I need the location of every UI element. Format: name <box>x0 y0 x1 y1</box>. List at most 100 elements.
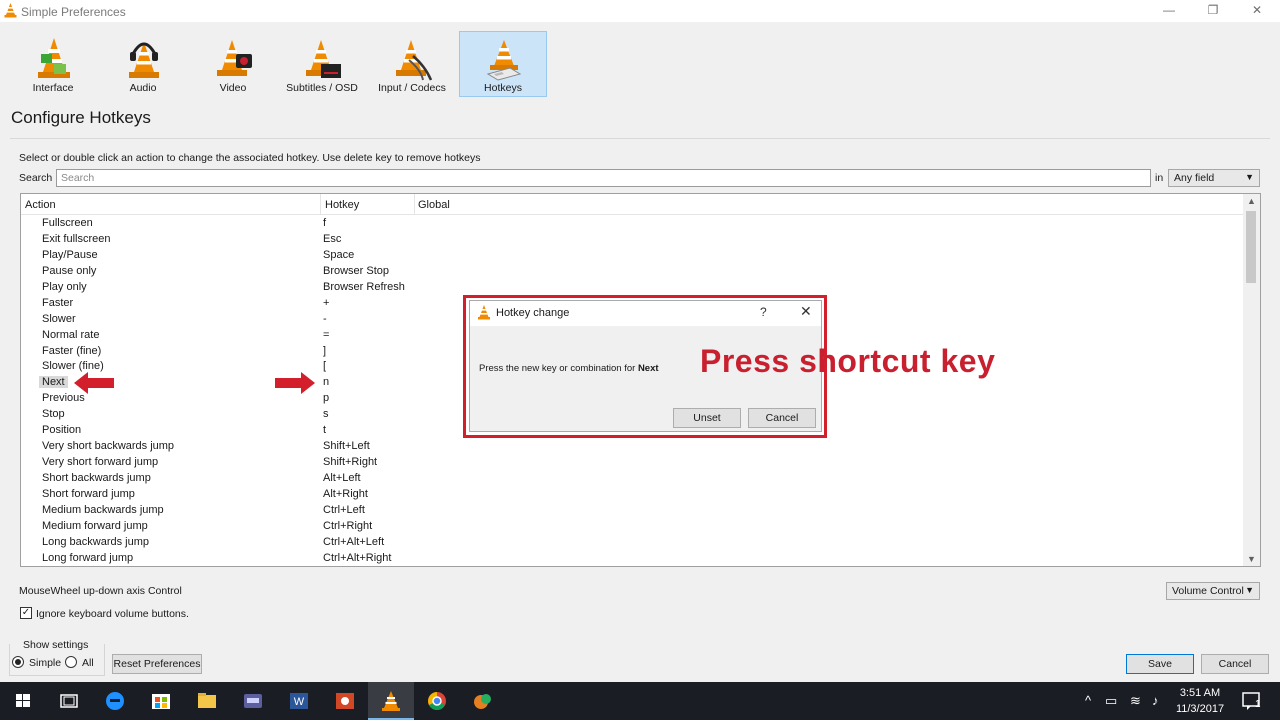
app-icon[interactable] <box>230 682 276 720</box>
notification-icon[interactable]: 1 <box>1242 691 1262 714</box>
mousewheel-select-value: Volume Control <box>1172 585 1244 597</box>
unset-button[interactable]: Unset <box>673 408 741 428</box>
hotkey-cell: Ctrl+Alt+Left <box>323 535 385 548</box>
battery-icon[interactable]: ▭ <box>1105 693 1117 709</box>
powerpoint-icon[interactable] <box>322 682 368 720</box>
column-separator <box>320 194 321 215</box>
all-radio[interactable] <box>65 656 77 668</box>
dialog-message-action: Next <box>637 363 659 374</box>
category-audio[interactable]: Audio <box>99 31 187 97</box>
table-scrollbar[interactable]: ▲ ▼ <box>1243 194 1260 566</box>
clock[interactable]: 3:51 AM 11/3/2017 <box>1171 685 1229 717</box>
column-header-hotkey[interactable]: Hotkey <box>325 199 359 211</box>
scroll-down-icon[interactable]: ▼ <box>1247 554 1256 564</box>
table-row[interactable]: Very short forward jump Shift+Right <box>21 455 1243 471</box>
column-header-global[interactable]: Global <box>418 199 450 211</box>
chevron-up-icon[interactable]: ^ <box>1085 693 1091 708</box>
category-video[interactable]: Video <box>189 31 277 97</box>
table-row[interactable]: Play only Browser Refresh <box>21 280 1243 296</box>
wifi-icon[interactable]: ≋ <box>1130 693 1141 709</box>
close-window-button[interactable]: ✕ <box>1234 0 1280 22</box>
volume-icon[interactable]: ♪ <box>1152 693 1159 708</box>
hotkey-cell: Ctrl+Left <box>323 503 365 516</box>
category-label: Audio <box>129 82 157 94</box>
table-row[interactable]: Fullscreen f <box>21 216 1243 232</box>
hotkey-cell: Browser Refresh <box>323 280 405 293</box>
app-icon-2[interactable] <box>460 682 506 720</box>
hotkey-cell: s <box>323 408 329 421</box>
file-explorer-icon[interactable] <box>184 682 230 720</box>
category-interface[interactable]: Interface <box>9 31 97 97</box>
title-bar: Simple Preferences — ❐ ✕ <box>0 0 1280 22</box>
category-input-codecs[interactable]: Input / Codecs <box>368 31 456 97</box>
hotkey-cell: Esc <box>323 232 342 245</box>
restore-button[interactable]: ❐ <box>1190 0 1236 22</box>
hotkey-cell: Alt+Left <box>323 472 361 484</box>
word-icon[interactable]: W <box>276 682 322 720</box>
table-row[interactable]: Exit fullscreen Esc <box>21 232 1243 248</box>
column-header-action[interactable]: Action <box>25 199 56 211</box>
chrome-icon[interactable] <box>414 682 460 720</box>
hotkey-cell: Shift+Left <box>323 440 370 453</box>
table-row[interactable]: Long backwards jump Ctrl+Alt+Left <box>21 535 1243 551</box>
hotkey-cell: = <box>323 328 330 341</box>
hotkey-cell: n <box>323 376 330 389</box>
action-cell: Short backwards jump <box>42 472 151 484</box>
notification-count: 1 <box>1255 699 1261 710</box>
edge-icon[interactable] <box>92 682 138 720</box>
right-arrow-annotation-icon <box>275 372 315 394</box>
help-icon[interactable]: ? <box>760 305 767 319</box>
table-row[interactable]: Very short backwards jump Shift+Left <box>21 439 1243 455</box>
action-cell: Stop <box>42 408 65 421</box>
action-cell: Slower <box>42 312 76 325</box>
table-row[interactable]: Play/Pause Space <box>21 248 1243 264</box>
action-cell: Play only <box>42 280 87 293</box>
table-row[interactable]: Pause only Browser Stop <box>21 264 1243 280</box>
table-row[interactable]: Medium backwards jump Ctrl+Left <box>21 503 1243 519</box>
close-icon[interactable]: ✕ <box>800 303 812 320</box>
action-cell: Long forward jump <box>42 551 134 564</box>
action-cell: Next <box>39 376 68 389</box>
action-cell: Very short backwards jump <box>42 440 175 453</box>
action-cell: Very short forward jump <box>42 456 159 469</box>
hotkey-cell: ] <box>323 344 327 357</box>
dialog-message: Press the new key or combination for Nex… <box>479 363 659 374</box>
dialog-title: Hotkey change <box>496 307 570 319</box>
table-row[interactable]: Medium forward jump Ctrl+Right <box>21 519 1243 535</box>
cancel-button[interactable]: Cancel <box>1201 654 1269 674</box>
dialog-message-text: Press the new key or combination for <box>479 363 638 374</box>
start-windows-icon[interactable] <box>0 682 46 720</box>
mousewheel-select[interactable]: Volume Control ▼ <box>1166 582 1260 600</box>
simple-radio[interactable] <box>12 656 24 668</box>
category-subtitles-osd[interactable]: Subtitles / OSD <box>278 31 366 97</box>
table-row[interactable]: Long forward jump Ctrl+Alt+Right <box>21 551 1243 566</box>
dialog-cancel-button[interactable]: Cancel <box>748 408 816 428</box>
audio-headphones-cone-icon <box>129 42 159 78</box>
minimize-button[interactable]: — <box>1146 0 1192 22</box>
scrollbar-thumb[interactable] <box>1246 211 1256 283</box>
ignore-volume-checkbox[interactable]: ✓ <box>20 607 32 619</box>
store-icon[interactable] <box>138 682 184 720</box>
action-cell: Faster <box>42 296 74 309</box>
table-row[interactable]: Short forward jump Alt+Right <box>21 487 1243 503</box>
scroll-up-icon[interactable]: ▲ <box>1247 196 1256 206</box>
save-button[interactable]: Save <box>1126 654 1194 674</box>
vlc-cone-icon <box>478 305 490 320</box>
search-input[interactable] <box>56 169 1151 187</box>
hotkey-cell: [ <box>323 360 327 373</box>
annotation-text: Press shortcut key <box>700 343 996 379</box>
action-cell: Exit fullscreen <box>42 232 111 245</box>
input-codecs-cone-icon <box>396 40 433 81</box>
clock-time: 3:51 AM <box>1179 687 1221 699</box>
vlc-icon[interactable] <box>368 682 414 720</box>
reset-preferences-button[interactable]: Reset Preferences <box>112 654 202 674</box>
hotkey-cell: f <box>323 217 327 229</box>
action-cell: Slower (fine) <box>42 360 104 373</box>
hotkey-cell: Alt+Right <box>323 487 368 500</box>
table-row[interactable]: Short backwards jump Alt+Left <box>21 471 1243 487</box>
field-select[interactable]: Any field ▼ <box>1168 169 1260 187</box>
action-cell: Long backwards jump <box>42 535 150 548</box>
task-view-icon[interactable] <box>46 682 92 720</box>
taskbar: W ^ ▭ ≋ ♪ 3:51 AM 11/3/2017 1 <box>0 682 1280 720</box>
category-hotkeys[interactable]: Hotkeys <box>459 31 547 97</box>
